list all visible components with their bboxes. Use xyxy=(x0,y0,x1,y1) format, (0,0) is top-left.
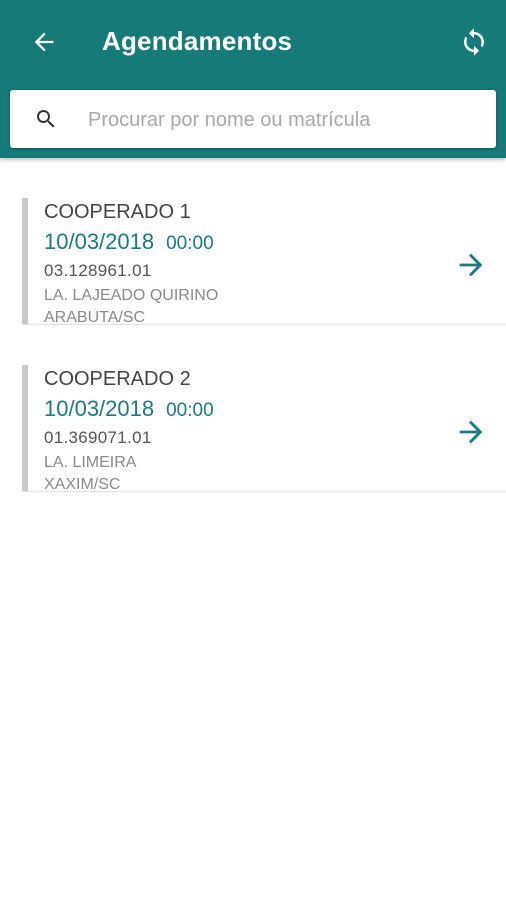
appointment-time: 00:00 xyxy=(166,400,214,421)
appointment-datetime: 10/03/2018 00:00 xyxy=(44,228,214,258)
cooperado-name: COOPERADO 2 xyxy=(44,368,191,390)
location-name: LA. LAJEADO QUIRINO xyxy=(44,287,219,304)
appointment-card[interactable]: COOPERADO 2 10/03/2018 00:00 01.369071.01… xyxy=(22,325,506,493)
sync-button[interactable] xyxy=(454,22,494,62)
appointment-time: 00:00 xyxy=(166,233,214,254)
search-icon xyxy=(37,110,55,128)
registration-number: 03.128961.01 xyxy=(44,261,152,280)
app-screen: Agendamentos COOPERADO 1 10/03/2018 00:00… xyxy=(0,0,506,900)
arrow-left-icon xyxy=(34,32,54,52)
arrow-right-icon xyxy=(459,420,483,444)
app-header: Agendamentos xyxy=(0,0,506,158)
arrow-right-icon xyxy=(459,253,483,277)
appointment-date: 10/03/2018 xyxy=(44,229,155,254)
open-appointment-button[interactable] xyxy=(454,248,488,282)
page-title: Agendamentos xyxy=(102,26,293,56)
location-city: XAXIM/SC xyxy=(44,476,121,493)
sync-icon xyxy=(464,28,484,56)
cooperado-name: COOPERADO 1 xyxy=(44,201,191,223)
status-bar xyxy=(22,198,28,324)
back-button[interactable] xyxy=(24,22,64,62)
appointment-datetime: 10/03/2018 00:00 xyxy=(44,395,214,425)
registration-number: 01.369071.01 xyxy=(44,428,152,447)
appointment-date: 10/03/2018 xyxy=(44,396,155,421)
location-name: LA. LIMEIRA xyxy=(44,454,137,471)
search-box xyxy=(10,90,496,148)
open-appointment-button[interactable] xyxy=(454,415,488,449)
search-input[interactable] xyxy=(86,99,490,141)
appointment-card[interactable]: COOPERADO 1 10/03/2018 00:00 03.128961.01… xyxy=(22,158,506,326)
status-bar xyxy=(22,365,28,491)
